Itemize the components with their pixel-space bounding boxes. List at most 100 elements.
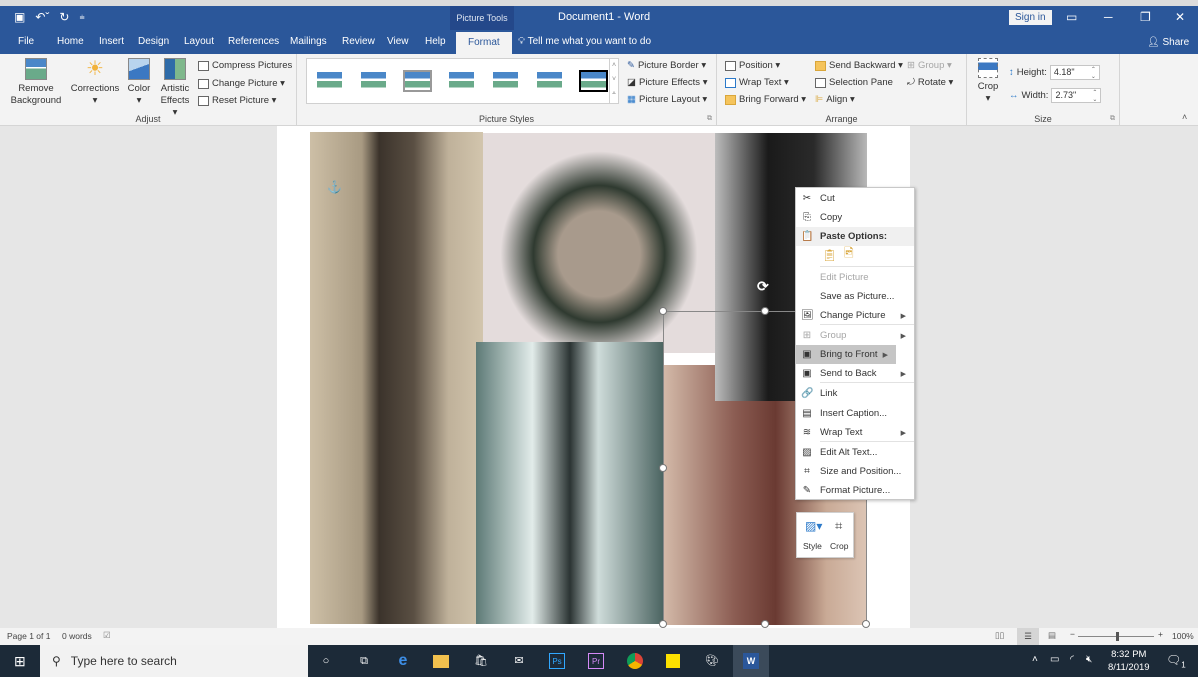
customize-qat-icon[interactable]: ⩧	[79, 12, 84, 23]
clock[interactable]: 8:32 PM 8/11/2019	[1108, 648, 1150, 674]
restore-button[interactable]: ❐	[1140, 10, 1151, 24]
mini-crop-button[interactable]: Crop	[830, 541, 848, 551]
bring-forward-button[interactable]: Bring Forward ▾	[725, 94, 806, 105]
resize-handle-bottom[interactable]	[761, 620, 769, 628]
mail-icon[interactable]: ✉	[511, 653, 527, 669]
menu-item-paste-icons[interactable]: 📋︎ 🖻︎	[796, 245, 914, 264]
task-view-icon[interactable]: ⧉	[356, 653, 372, 669]
style-thumb-6[interactable]	[537, 72, 562, 90]
rotate-button[interactable]: ⤾ Rotate ▾	[907, 77, 953, 88]
mini-style-button[interactable]: Style	[803, 541, 822, 551]
menu-item-format-picture[interactable]: ✎ Format Picture...	[796, 481, 914, 500]
resize-handle-top[interactable]	[761, 307, 769, 315]
menu-item-size-and-position[interactable]: ⌗ Size and Position...	[796, 462, 914, 481]
resize-handle-top-left[interactable]	[659, 307, 667, 315]
menu-item-wrap-text[interactable]: ≋ Wrap Text ▶	[796, 423, 914, 442]
artistic-effects-button[interactable]: Artistic Effects ▾	[157, 58, 193, 119]
menu-item-save-as-picture[interactable]: Save as Picture...	[796, 287, 914, 306]
read-mode-icon[interactable]: ▯▯	[995, 630, 1004, 641]
word-count[interactable]: 0 words	[62, 631, 92, 641]
menu-item-edit-alt-text[interactable]: ▨ Edit Alt Text...	[796, 443, 914, 462]
redo-icon[interactable]: ↻	[59, 10, 69, 24]
paste-picture-icon[interactable]: 🖻︎	[844, 244, 854, 265]
paint-icon[interactable]: 🎨︎	[704, 653, 720, 669]
compress-pictures-button[interactable]: Compress Pictures	[198, 60, 292, 71]
zoom-in-button[interactable]: +	[1158, 629, 1163, 639]
tab-home[interactable]: Home	[57, 36, 84, 47]
send-backward-button[interactable]: Send Backward ▾	[815, 60, 903, 71]
style-thumb-3[interactable]	[403, 70, 432, 92]
change-picture-button[interactable]: Change Picture ▾	[198, 78, 285, 89]
group-button[interactable]: ⊞ Group ▾	[907, 60, 952, 71]
tab-mailings[interactable]: Mailings	[290, 36, 327, 47]
store-icon[interactable]: 🛍︎	[473, 653, 489, 669]
tab-format[interactable]: Format	[456, 32, 512, 54]
corrections-button[interactable]: ☀ Corrections ▾	[70, 58, 120, 107]
selection-pane-button[interactable]: Selection Pane	[815, 77, 893, 88]
tab-insert[interactable]: Insert	[99, 36, 124, 47]
share-button[interactable]: 👤︎ Share	[1147, 37, 1189, 48]
minimize-button[interactable]: ─	[1104, 10, 1113, 24]
resize-handle-bottom-left[interactable]	[659, 620, 667, 628]
gallery-scroll[interactable]: ˄ ˅ ⩡	[609, 58, 619, 104]
menu-item-copy[interactable]: ⎘ Copy	[796, 208, 914, 227]
tab-view[interactable]: View	[387, 36, 409, 47]
show-hidden-icons[interactable]: ˄	[1032, 654, 1038, 665]
crop-mini-icon[interactable]: ⌗	[835, 518, 842, 534]
height-input[interactable]: 4.18"	[1049, 65, 1100, 80]
style-thumb-4[interactable]	[449, 72, 474, 90]
photo-portrait-man[interactable]	[483, 133, 715, 353]
file-explorer-icon[interactable]	[433, 655, 449, 668]
position-button[interactable]: Position ▾	[725, 60, 780, 71]
align-button[interactable]: ⊫ Align ▾	[815, 94, 855, 105]
menu-item-send-to-back[interactable]: ▣ Send to Back ▶	[796, 364, 914, 383]
tab-layout[interactable]: Layout	[184, 36, 214, 47]
rotate-handle-icon[interactable]: ⟳	[757, 278, 769, 295]
style-thumb-5[interactable]	[493, 72, 518, 90]
style-thumb-2[interactable]	[361, 72, 386, 90]
resize-handle-left[interactable]	[659, 464, 667, 472]
style-thumb-7[interactable]	[579, 70, 608, 92]
page-count[interactable]: Page 1 of 1	[7, 631, 50, 641]
zoom-slider-thumb[interactable]	[1116, 632, 1119, 641]
premiere-icon[interactable]: Pr	[588, 653, 604, 669]
volume-muted-icon[interactable]: 🔇︎	[1086, 654, 1092, 665]
sticky-notes-icon[interactable]	[666, 654, 680, 668]
remove-background-button[interactable]: Remove Background	[8, 58, 64, 107]
undo-icon[interactable]: ↶ˇ	[35, 10, 49, 24]
collapse-ribbon-icon[interactable]: ˄	[1182, 112, 1187, 122]
picture-border-button[interactable]: ✎ Picture Border ▾	[627, 60, 706, 71]
photo-man-with-broom[interactable]	[310, 132, 483, 624]
cortana-icon[interactable]: ○	[318, 653, 334, 669]
close-button[interactable]: ✕	[1175, 10, 1185, 24]
zoom-level[interactable]: 100%	[1172, 631, 1194, 641]
edge-icon[interactable]: e	[395, 653, 411, 669]
tab-design[interactable]: Design	[138, 36, 169, 47]
battery-icon[interactable]: ▭	[1050, 654, 1059, 665]
tab-review[interactable]: Review	[342, 36, 375, 47]
chrome-icon[interactable]	[627, 653, 643, 669]
resize-handle-bottom-right[interactable]	[862, 620, 870, 628]
dialog-launcher-icon[interactable]: ⧉	[707, 115, 712, 123]
tab-references[interactable]: References	[228, 36, 279, 47]
menu-item-cut[interactable]: ✂ Cut	[796, 189, 914, 208]
picture-styles-gallery[interactable]	[306, 58, 618, 104]
word-taskbar-button[interactable]: W	[733, 645, 769, 677]
wrap-text-button[interactable]: Wrap Text ▾	[725, 77, 789, 88]
style-thumb-1[interactable]	[317, 72, 342, 90]
style-icon[interactable]: ▨▾	[805, 519, 822, 533]
windows-start-icon[interactable]: ⊞	[14, 653, 26, 670]
photoshop-icon[interactable]: Ps	[549, 653, 565, 669]
reset-picture-button[interactable]: Reset Picture ▾	[198, 95, 276, 106]
print-layout-icon[interactable]: ☰	[1017, 628, 1039, 645]
photo-man-in-white-coat[interactable]	[476, 342, 664, 624]
tell-me-search[interactable]: 💡︎ Tell me what you want to do	[518, 36, 651, 47]
crop-button[interactable]: Crop ▾	[975, 58, 1001, 105]
save-icon[interactable]: ▣	[14, 10, 25, 24]
menu-item-group[interactable]: ⊞ Group ▶	[796, 326, 914, 345]
zoom-out-button[interactable]: −	[1070, 629, 1075, 639]
menu-item-bring-to-front[interactable]: ▣ Bring to Front ▶	[796, 345, 896, 364]
ribbon-display-options-icon[interactable]: ▭	[1066, 10, 1077, 24]
sign-in-button[interactable]: Sign in	[1009, 10, 1052, 25]
tab-file[interactable]: File	[18, 36, 34, 47]
